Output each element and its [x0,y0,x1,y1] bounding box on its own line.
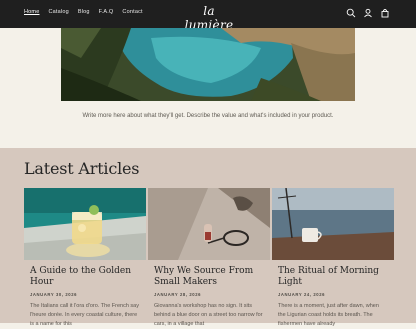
site-header: Home Catalog Blog F.A.Q Contact la lumiè… [0,0,416,32]
nav-link-home[interactable]: Home [24,9,39,16]
section-heading: Latest Articles [24,159,140,178]
nav-link-catalog[interactable]: Catalog [48,9,68,16]
article-card[interactable]: Why We Source From Small Makers JANUARY … [148,188,270,329]
cart-icon[interactable] [380,8,390,18]
nav-link-blog[interactable]: Blog [78,9,90,16]
article-title[interactable]: The Ritual of Morning Light [278,266,388,288]
article-title[interactable]: Why We Source From Small Makers [154,266,264,288]
article-excerpt: The Italians call it l'ora d'oro. The Fr… [30,303,139,327]
account-icon[interactable] [363,8,373,18]
header-icons [346,8,390,18]
article-date: JANUARY 24, 2026 [278,292,326,297]
article-thumbnail[interactable] [148,188,270,260]
nav-link-contact[interactable]: Contact [122,9,142,16]
article-excerpt: Giovanna's workshop has no sign. It sits… [154,303,263,327]
hero-description: Write more here about what they'll get. … [82,113,334,119]
main-nav: Home Catalog Blog F.A.Q Contact [24,9,143,16]
latest-articles-section: Latest Articles A Guide to the Golden Ho… [0,148,416,327]
article-title[interactable]: A Guide to the Golden Hour [30,266,140,288]
article-excerpt: There is a moment, just after dawn, when… [278,303,379,327]
article-card[interactable]: The Ritual of Morning Light JANUARY 24, … [272,188,394,329]
search-icon[interactable] [346,8,356,18]
hero-image [61,28,355,101]
article-card[interactable]: A Guide to the Golden Hour JANUARY 30, 2… [24,188,146,329]
article-thumbnail[interactable] [24,188,146,260]
nav-link-faq[interactable]: F.A.Q [99,9,114,16]
article-thumbnail[interactable] [272,188,394,260]
article-date: JANUARY 28, 2026 [154,292,202,297]
article-date: JANUARY 30, 2026 [30,292,78,297]
